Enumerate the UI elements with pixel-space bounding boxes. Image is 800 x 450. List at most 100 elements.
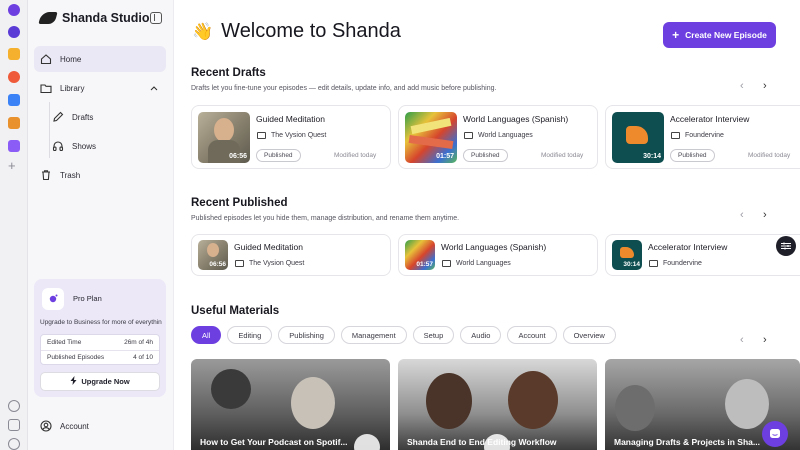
video-card[interactable]: Shanda End to End Editing Workflow bbox=[398, 359, 597, 450]
plan-description: Upgrade to Business for more of everythi… bbox=[40, 319, 162, 326]
show-label: The Vysion Quest bbox=[249, 260, 305, 267]
presenter-shape bbox=[725, 379, 769, 429]
episode-thumbnail: 01:57 bbox=[405, 240, 435, 270]
recent-published-description: Published episodes let you hide them, ma… bbox=[191, 215, 460, 222]
sidebar-item-shows[interactable]: Shows bbox=[46, 133, 164, 159]
home-icon bbox=[40, 53, 52, 65]
scroll-right-arrow[interactable]: › bbox=[763, 209, 767, 221]
sidebar-item-drafts[interactable]: Drafts bbox=[46, 104, 164, 130]
duration: 06:56 bbox=[229, 153, 247, 160]
sidebar-item-trash[interactable]: Trash bbox=[34, 162, 166, 188]
plus-icon: + bbox=[672, 28, 680, 42]
browser-rail: + bbox=[0, 0, 28, 450]
folder-icon bbox=[40, 82, 52, 94]
chip-audio[interactable]: Audio bbox=[460, 326, 502, 344]
folder-icon bbox=[671, 132, 680, 139]
modified-time: Modified today bbox=[334, 152, 377, 159]
draft-card[interactable]: 01:57 World Languages (Spanish) World La… bbox=[398, 105, 598, 169]
category-filter: All Editing Publishing Management Setup … bbox=[191, 326, 616, 344]
plus-icon[interactable]: + bbox=[8, 159, 16, 172]
chip-management[interactable]: Management bbox=[340, 326, 407, 344]
app-icon[interactable] bbox=[8, 71, 20, 83]
plan-title: Pro Plan bbox=[73, 294, 102, 303]
show-name: World Languages bbox=[464, 132, 533, 139]
brand[interactable]: Shanda Studio bbox=[38, 11, 150, 25]
folder-icon bbox=[464, 132, 473, 139]
edited-time-value: 26m of 4h bbox=[124, 339, 153, 346]
sidebar-item-label: Home bbox=[60, 54, 82, 64]
collapse-sidebar-icon[interactable] bbox=[150, 12, 162, 24]
app-icon[interactable] bbox=[8, 94, 20, 106]
scroll-left-arrow[interactable]: ‹ bbox=[740, 209, 744, 221]
brand-name: Shanda Studio bbox=[62, 11, 150, 25]
app-icon[interactable] bbox=[8, 4, 20, 16]
draft-card[interactable]: 30:14 Accelerator Interview Foundervine … bbox=[605, 105, 800, 169]
chip-publishing[interactable]: Publishing bbox=[278, 326, 335, 344]
waving-hand-icon: 👋 bbox=[192, 21, 214, 41]
folder-icon bbox=[257, 132, 266, 139]
sidebar-item-account[interactable]: Account bbox=[40, 420, 89, 432]
app-icon[interactable] bbox=[8, 48, 20, 60]
scroll-right-arrow[interactable]: › bbox=[763, 80, 767, 92]
scroll-right-arrow[interactable]: › bbox=[763, 334, 767, 346]
app-icon[interactable] bbox=[8, 140, 20, 152]
folder-icon bbox=[442, 260, 451, 267]
status-badge: Published bbox=[256, 149, 301, 162]
folder-icon bbox=[235, 260, 244, 267]
app-icon[interactable] bbox=[8, 117, 20, 129]
scroll-left-arrow[interactable]: ‹ bbox=[740, 80, 744, 92]
published-card[interactable]: 06:56 Guided Meditation The Vysion Quest bbox=[191, 234, 391, 276]
recent-drafts-title: Recent Drafts bbox=[191, 67, 266, 79]
modified-time: Modified today bbox=[748, 152, 791, 159]
modified-time: Modified today bbox=[541, 152, 584, 159]
play-icon[interactable] bbox=[354, 434, 380, 450]
history-icon[interactable] bbox=[8, 438, 20, 450]
duration: 01:57 bbox=[416, 261, 433, 268]
app-icon[interactable] bbox=[8, 26, 20, 38]
show-name: The Vysion Quest bbox=[257, 132, 326, 139]
sidebar-item-home[interactable]: Home bbox=[34, 46, 166, 72]
episode-title: Guided Meditation bbox=[256, 114, 325, 124]
show-label: Foundervine bbox=[663, 260, 702, 267]
published-episodes-label: Published Episodes bbox=[47, 354, 105, 361]
sidebar: Shanda Studio Home Library Drafts Shows bbox=[28, 0, 174, 450]
show-label: Foundervine bbox=[685, 132, 724, 139]
episode-thumbnail: 06:56 bbox=[198, 240, 228, 270]
published-card[interactable]: 30:14 Accelerator Interview Foundervine bbox=[605, 234, 800, 276]
upgrade-now-button[interactable]: Upgrade Now bbox=[40, 372, 160, 391]
presenter-shape bbox=[508, 371, 558, 429]
sidebar-item-label: Library bbox=[60, 83, 85, 93]
chip-overview[interactable]: Overview bbox=[562, 326, 616, 344]
presenter-shape bbox=[291, 377, 335, 429]
chip-setup[interactable]: Setup bbox=[412, 326, 455, 344]
create-new-episode-button[interactable]: + Create New Episode bbox=[663, 22, 776, 48]
chat-icon[interactable] bbox=[762, 421, 788, 447]
chip-all[interactable]: All bbox=[191, 326, 222, 344]
brand-logo bbox=[38, 12, 58, 24]
chevron-up-icon[interactable] bbox=[150, 84, 158, 93]
puzzle-icon[interactable] bbox=[8, 419, 20, 431]
chip-account[interactable]: Account bbox=[507, 326, 557, 344]
chip-editing[interactable]: Editing bbox=[227, 326, 273, 344]
episode-thumbnail: 06:56 bbox=[198, 112, 250, 163]
settings-sliders-icon[interactable] bbox=[776, 236, 796, 256]
video-card[interactable]: How to Get Your Podcast on Spotif... bbox=[191, 359, 390, 450]
published-card[interactable]: 01:57 World Languages (Spanish) World La… bbox=[398, 234, 598, 276]
scroll-left-arrow[interactable]: ‹ bbox=[740, 334, 744, 346]
sidebar-item-label: Trash bbox=[60, 170, 81, 180]
upgrade-label: Upgrade Now bbox=[81, 377, 130, 386]
sidebar-item-library[interactable]: Library bbox=[34, 75, 166, 101]
video-title: How to Get Your Podcast on Spotif... bbox=[200, 437, 348, 447]
gear-icon[interactable] bbox=[8, 400, 20, 412]
draft-card[interactable]: 06:56 Guided Meditation The Vysion Quest… bbox=[191, 105, 391, 169]
edited-time-label: Edited Time bbox=[47, 339, 82, 346]
pro-plan-card: Pro Plan Upgrade to Business for more of… bbox=[34, 279, 166, 397]
episode-title: Guided Meditation bbox=[234, 242, 303, 252]
show-name: Foundervine bbox=[649, 260, 702, 267]
lightning-icon bbox=[70, 376, 77, 387]
sidebar-item-label: Shows bbox=[72, 141, 97, 151]
presenter-shape bbox=[615, 385, 655, 431]
video-title: Shanda End to End Editing Workflow bbox=[407, 437, 557, 447]
sidebar-item-label: Drafts bbox=[72, 112, 94, 122]
user-circle-icon bbox=[40, 420, 52, 432]
